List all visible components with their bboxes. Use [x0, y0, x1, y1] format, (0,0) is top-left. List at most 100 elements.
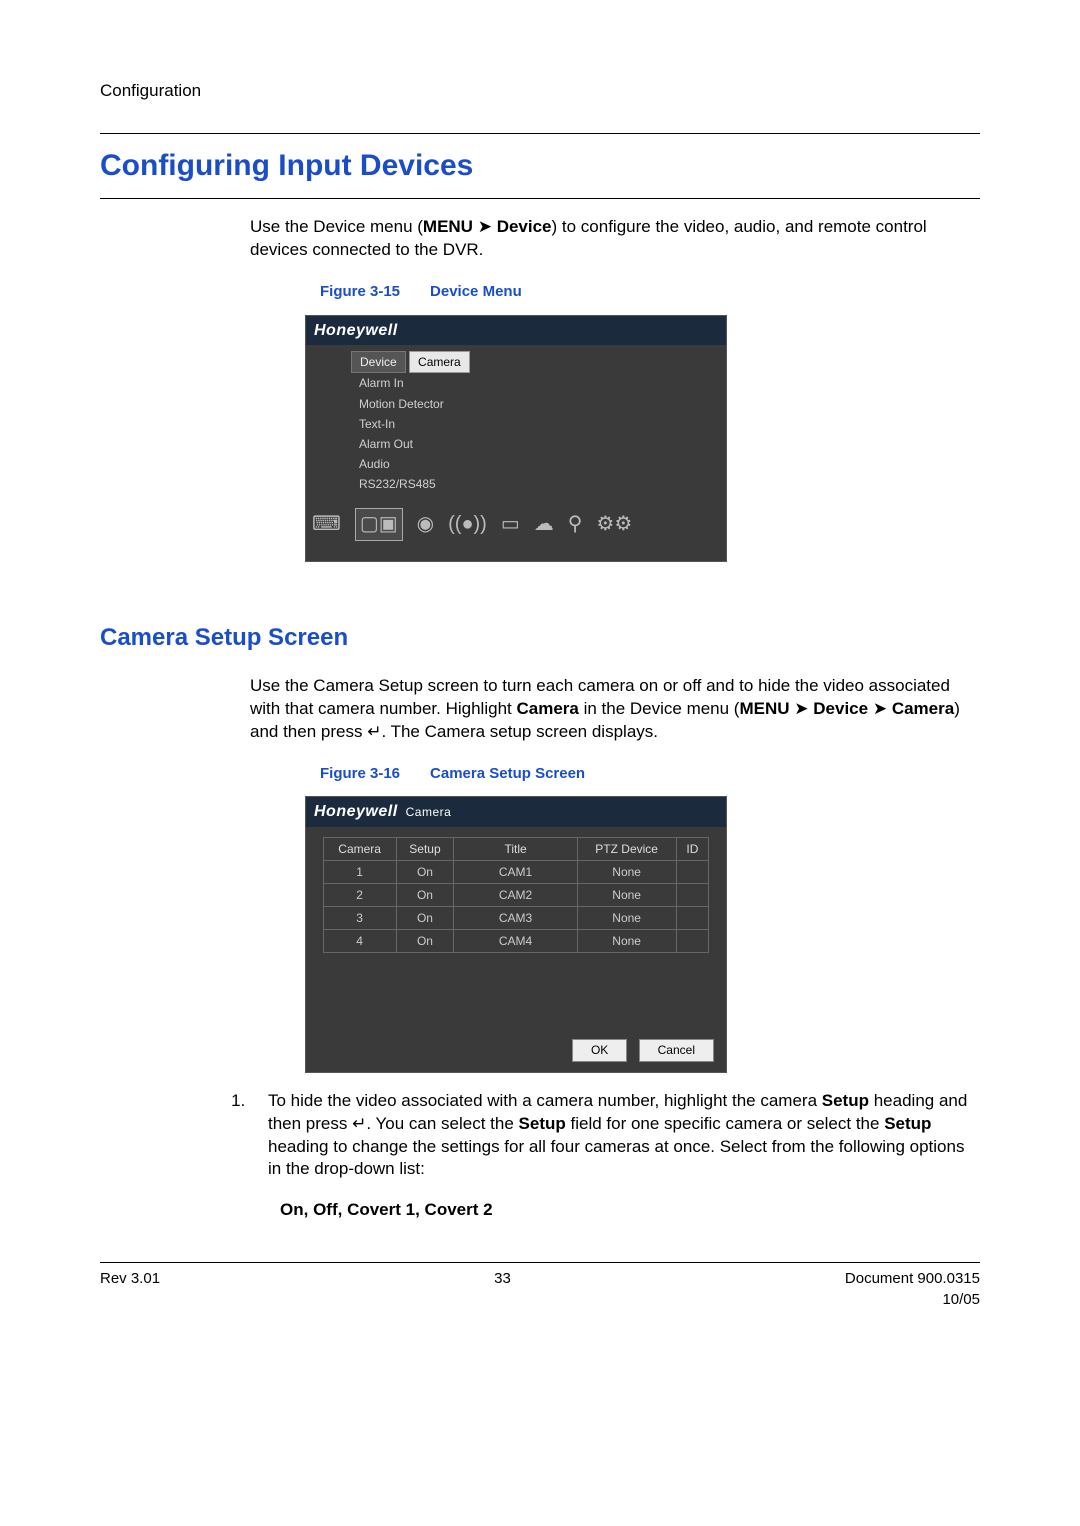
- menu-item-text-in: Text-In: [351, 414, 726, 434]
- figure-title: Camera Setup Screen: [430, 765, 585, 782]
- opt-covert2: Covert 2: [425, 1200, 493, 1219]
- camera-table: Camera Setup Title PTZ Device ID 1OnCAM1…: [323, 837, 709, 954]
- figure-caption-1: Figure 3-15 Device Menu: [320, 282, 980, 302]
- setup-word: Setup: [822, 1091, 869, 1110]
- menu-item-rs232: RS232/RS485: [351, 474, 726, 494]
- cell: 3: [323, 907, 396, 930]
- arrow-icon: ➤: [794, 699, 808, 718]
- sep: ,: [338, 1200, 347, 1219]
- camera-word: Camera: [516, 699, 578, 718]
- ok-button: OK: [572, 1039, 627, 1061]
- text: heading to change the settings for all f…: [268, 1137, 964, 1179]
- cell: [676, 860, 709, 883]
- device-word: Device: [497, 217, 552, 236]
- cell: CAM3: [454, 907, 577, 930]
- event-icon: ((●)): [448, 511, 487, 538]
- cell: [676, 883, 709, 906]
- text: . You can select the: [366, 1114, 518, 1133]
- running-header: Configuration: [100, 80, 980, 103]
- password-icon: ⚲: [568, 511, 583, 538]
- menu-item-camera: Camera: [409, 351, 470, 373]
- cell: On: [396, 930, 454, 953]
- figure-title: Device Menu: [430, 283, 522, 300]
- setup-word: Setup: [884, 1114, 931, 1133]
- opt-covert1: Covert 1: [347, 1200, 415, 1219]
- cancel-button: Cancel: [639, 1039, 714, 1061]
- figure-caption-2: Figure 3-16 Camera Setup Screen: [320, 764, 980, 784]
- col-id: ID: [676, 837, 709, 860]
- cell: CAM4: [454, 930, 577, 953]
- cell: [676, 930, 709, 953]
- cell: None: [577, 930, 676, 953]
- intro-paragraph: Use the Device menu (MENU ➤ Device) to c…: [250, 216, 980, 262]
- footer-page: 33: [494, 1269, 511, 1310]
- menu-item-motion-detector: Motion Detector: [351, 394, 726, 414]
- brand-bar: Honeywell: [306, 316, 726, 346]
- network-icon: ☁: [534, 511, 554, 538]
- list-item: To hide the video associated with a came…: [250, 1090, 980, 1182]
- camera-setup-screenshot: HoneywellCamera Camera Setup Title PTZ D…: [305, 796, 727, 1073]
- figure-label: Figure 3-15: [320, 283, 400, 300]
- col-title: Title: [454, 837, 577, 860]
- opt-off: Off: [313, 1200, 338, 1219]
- footer-rev: Rev 3.01: [100, 1269, 160, 1310]
- screen-subtitle: Camera: [406, 805, 452, 819]
- footer: Rev 3.01 33 Document 900.0315 10/05: [100, 1262, 980, 1310]
- menu-word: MENU: [423, 217, 473, 236]
- sep: ,: [415, 1200, 424, 1219]
- device-menu-screenshot: Honeywell Device Camera Alarm In Motion …: [305, 315, 727, 563]
- text: field for one specific camera or select …: [566, 1114, 884, 1133]
- arrow-icon: ➤: [873, 699, 887, 718]
- cell: CAM1: [454, 860, 577, 883]
- device-icon: ▢▣: [355, 508, 403, 541]
- cell: 2: [323, 883, 396, 906]
- display-icon: ▭: [501, 511, 520, 538]
- menu-item-alarm-in: Alarm In: [351, 373, 726, 393]
- arrow-icon: ➤: [478, 217, 492, 236]
- device-menu: Device Camera Alarm In Motion Detector T…: [306, 345, 726, 500]
- menu-header: Device: [351, 351, 406, 373]
- button-row: OK Cancel: [306, 1033, 726, 1071]
- table-row: 4OnCAM4None: [323, 930, 708, 953]
- heading-1: Configuring Input Devices: [100, 146, 980, 187]
- camera-word: Camera: [892, 699, 954, 718]
- cell: None: [577, 860, 676, 883]
- menu-word: MENU: [739, 699, 789, 718]
- text: To hide the video associated with a came…: [268, 1091, 822, 1110]
- col-ptz: PTZ Device: [577, 837, 676, 860]
- col-setup: Setup: [396, 837, 454, 860]
- text: in the Device menu (: [579, 699, 740, 718]
- device-word: Device: [813, 699, 868, 718]
- cell: CAM2: [454, 883, 577, 906]
- record-icon: ◉: [417, 511, 434, 538]
- table-row: 1OnCAM1None: [323, 860, 708, 883]
- cell: None: [577, 883, 676, 906]
- setup-word: Setup: [519, 1114, 566, 1133]
- system-icon: ⌨: [312, 511, 341, 538]
- cell: 4: [323, 930, 396, 953]
- table-row: 3OnCAM3None: [323, 907, 708, 930]
- text: Use the Device menu (: [250, 217, 423, 236]
- cell: On: [396, 860, 454, 883]
- table-row: 2OnCAM2None: [323, 883, 708, 906]
- config-icon: ⚙⚙: [596, 511, 632, 538]
- cell: 1: [323, 860, 396, 883]
- instruction-list: To hide the video associated with a came…: [220, 1090, 980, 1182]
- rule-under-h1: [100, 198, 980, 199]
- col-camera: Camera: [323, 837, 396, 860]
- cell: On: [396, 907, 454, 930]
- footer-doc: Document 900.0315: [845, 1269, 980, 1289]
- figure-label: Figure 3-16: [320, 765, 400, 782]
- heading-2: Camera Setup Screen: [100, 622, 980, 654]
- camera-setup-paragraph: Use the Camera Setup screen to turn each…: [250, 675, 980, 744]
- menu-item-audio: Audio: [351, 454, 726, 474]
- cell: [676, 907, 709, 930]
- sep: ,: [304, 1200, 313, 1219]
- brand-bar: HoneywellCamera: [306, 797, 726, 827]
- table-header-row: Camera Setup Title PTZ Device ID: [323, 837, 708, 860]
- enter-icon: ↵: [352, 1114, 366, 1133]
- enter-icon: ↵: [367, 722, 381, 741]
- cell: None: [577, 907, 676, 930]
- options-line: On, Off, Covert 1, Covert 2: [280, 1199, 980, 1222]
- footer-date: 10/05: [845, 1290, 980, 1310]
